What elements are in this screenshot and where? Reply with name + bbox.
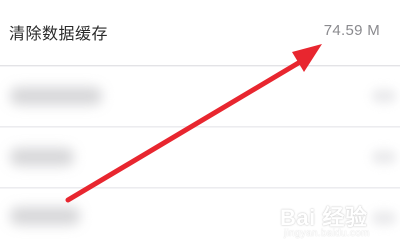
baidu-jingyan-watermark: Bai 经验 jingyan.baidu.com	[270, 200, 378, 244]
watermark-url: jingyan.baidu.com	[284, 228, 370, 239]
clear-cache-row[interactable]: 清除数据缓存 74.59 M	[0, 0, 400, 66]
blurred-label	[10, 207, 80, 225]
blurred-label	[10, 148, 74, 166]
settings-row-blurred-2[interactable]	[0, 128, 400, 188]
blurred-value	[372, 89, 396, 103]
settings-screen: 清除数据缓存 74.59 M Bai 经验 jingyan.baidu.com	[0, 0, 400, 250]
clear-cache-label: 清除数据缓存	[9, 26, 109, 43]
cache-size-value: 74.59 M	[323, 22, 380, 39]
blurred-value	[372, 150, 396, 164]
settings-row-blurred-1[interactable]	[0, 67, 400, 127]
blurred-label	[10, 87, 102, 105]
